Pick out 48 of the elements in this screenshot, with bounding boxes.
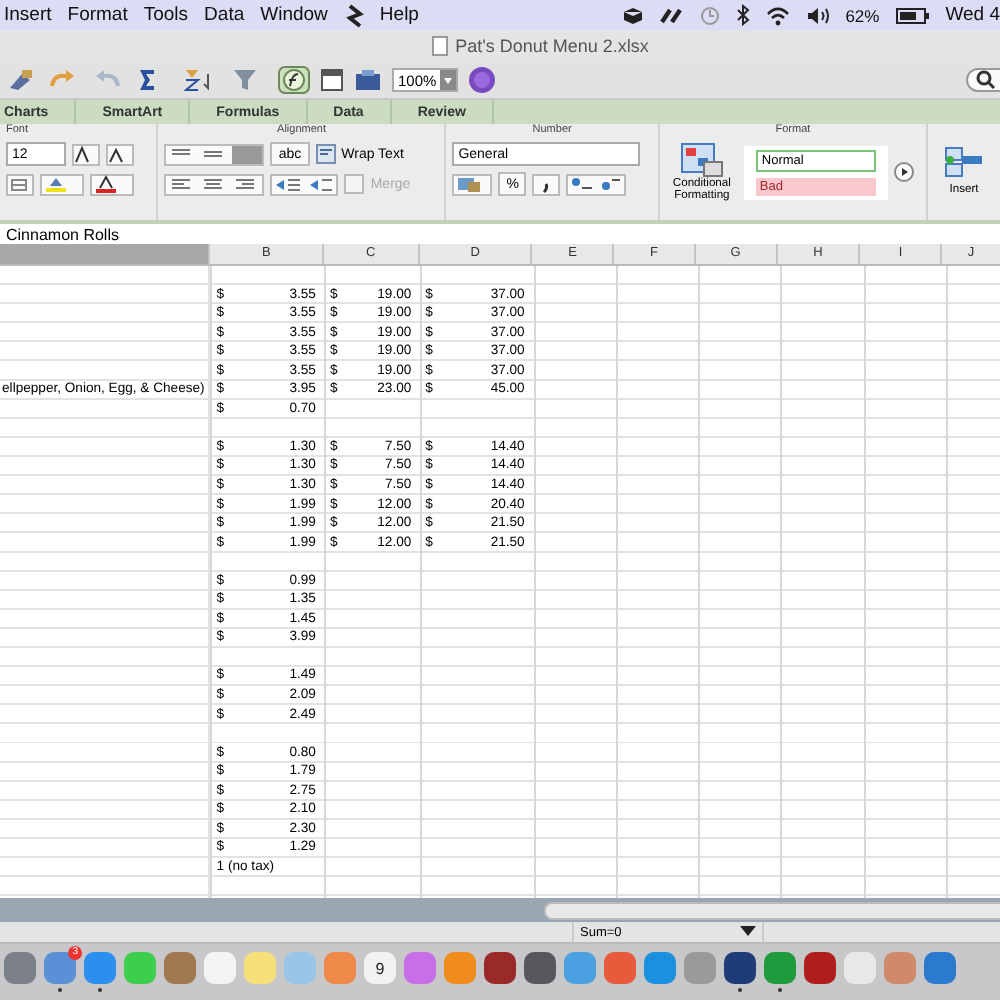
- brush-icon[interactable]: [6, 68, 34, 92]
- borders-icon[interactable]: [6, 173, 34, 195]
- next-icon[interactable]: [893, 162, 914, 183]
- vertical-align-icon[interactable]: [164, 143, 265, 165]
- sidebar-icon[interactable]: [320, 68, 344, 92]
- battery-icon[interactable]: [895, 7, 930, 23]
- help-icon[interactable]: [468, 66, 497, 94]
- app-icon[interactable]: [524, 952, 556, 984]
- box-icon[interactable]: [621, 5, 644, 25]
- menu-item[interactable]: Insert: [4, 4, 52, 26]
- document-icon: [431, 36, 448, 56]
- calendar-day: 9: [375, 959, 385, 977]
- horizontal-scrollbar[interactable]: [544, 901, 1000, 919]
- volume-icon[interactable]: [805, 5, 830, 25]
- currency-icon[interactable]: [452, 173, 493, 195]
- media-icon[interactable]: [354, 68, 382, 92]
- battery-percent: 62%: [845, 5, 880, 25]
- script-icon[interactable]: [343, 3, 364, 27]
- caret-icon[interactable]: [740, 926, 756, 938]
- horizontal-align-icon[interactable]: [164, 173, 265, 195]
- search-icon: [976, 70, 996, 90]
- menu-item[interactable]: Window: [260, 4, 328, 26]
- decimal-places-icon[interactable]: [566, 173, 627, 195]
- function-icon[interactable]: [278, 66, 310, 94]
- menu-item[interactable]: Format: [67, 4, 128, 26]
- grow-font-icon[interactable]: [72, 143, 100, 165]
- bluetooth-icon[interactable]: [735, 4, 750, 26]
- conditional-formatting-icon[interactable]: [679, 142, 724, 178]
- shrink-font-icon[interactable]: [106, 143, 134, 165]
- clock-icon[interactable]: [699, 5, 720, 25]
- window-title: Pat's Donut Menu 2.xlsx: [455, 36, 649, 56]
- menu-item[interactable]: Help: [379, 4, 419, 26]
- app-icon[interactable]: [804, 952, 836, 984]
- formula-value[interactable]: Cinnamon Rolls: [6, 225, 119, 243]
- font-color-icon[interactable]: [90, 173, 134, 195]
- clock[interactable]: Wed 4: [945, 4, 1000, 26]
- app-icon[interactable]: [724, 952, 756, 984]
- caret-icon: [440, 70, 457, 90]
- wrap-text-icon[interactable]: [315, 144, 336, 164]
- app-icon[interactable]: 9: [364, 952, 396, 984]
- wifi-icon[interactable]: [765, 5, 790, 25]
- indent-icon[interactable]: [270, 173, 339, 195]
- comma-icon[interactable]: [532, 173, 561, 195]
- menu-item[interactable]: Data: [204, 4, 245, 26]
- menu-item[interactable]: Tools: [143, 4, 189, 26]
- app-icon[interactable]: [484, 952, 516, 984]
- insert-cells-icon[interactable]: [944, 146, 984, 179]
- fill-color-icon[interactable]: [40, 173, 84, 195]
